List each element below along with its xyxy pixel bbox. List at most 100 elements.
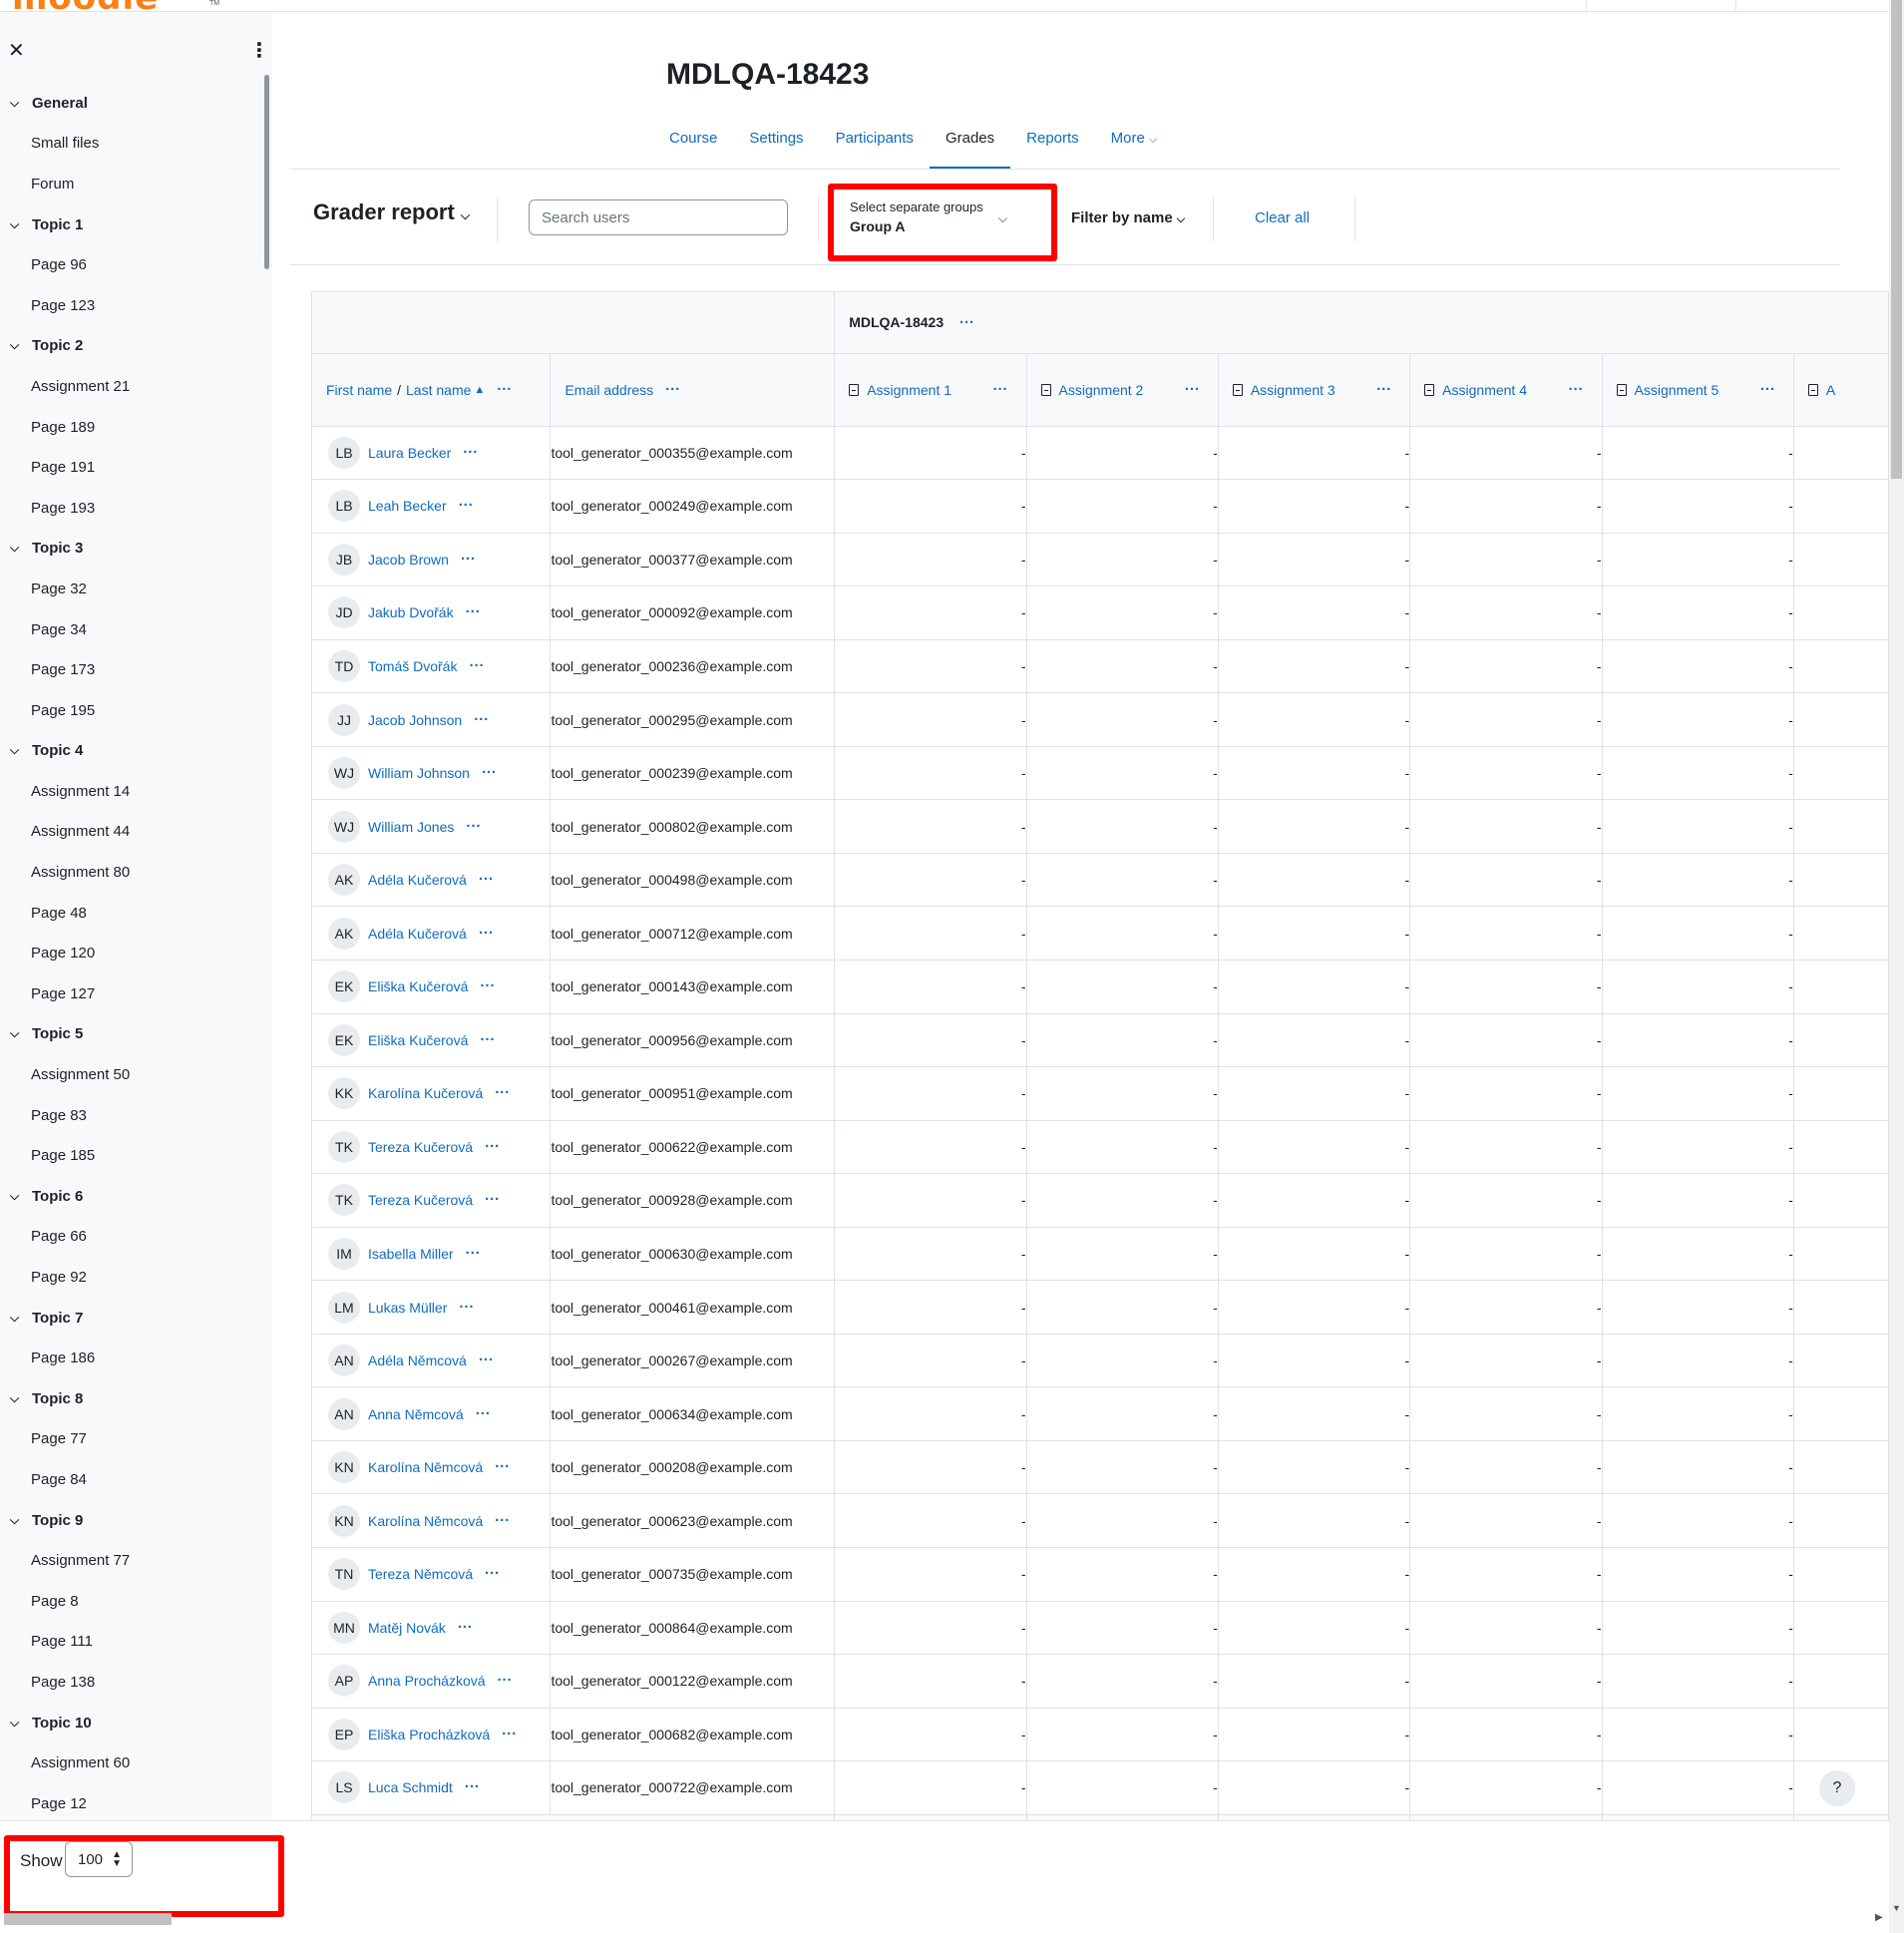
user-name-link[interactable]: Eliška Procházková — [368, 1727, 490, 1742]
drawer-scrollbar[interactable] — [264, 75, 269, 269]
user-name-link[interactable]: Adéla Kučerová — [368, 926, 467, 942]
grade-cell[interactable]: - — [1026, 585, 1219, 640]
grade-cell[interactable]: - — [1602, 533, 1794, 587]
user-name-link[interactable]: Tereza Kučerová — [368, 1139, 473, 1155]
course-index-item[interactable]: Page 173 — [0, 649, 261, 690]
grade-cell[interactable] — [1793, 960, 1889, 1014]
email-column-actions-icon[interactable]: ··· — [665, 382, 680, 397]
grade-cell[interactable]: - — [1602, 1013, 1794, 1068]
search-users-input[interactable] — [529, 199, 788, 235]
grade-cell[interactable]: - — [1218, 1066, 1411, 1121]
grade-cell[interactable]: - — [1218, 1547, 1411, 1602]
grade-cell[interactable]: - — [1218, 426, 1411, 481]
grade-cell[interactable]: - — [1026, 1760, 1219, 1815]
tab-course[interactable]: Course — [653, 122, 733, 170]
grade-cell[interactable]: - — [1409, 1760, 1603, 1815]
grade-cell[interactable]: - — [1218, 479, 1411, 534]
user-name-link[interactable]: Karolína Němcová — [368, 1513, 483, 1529]
grade-cell[interactable]: - — [1218, 692, 1411, 747]
grade-cell[interactable]: - — [834, 692, 1027, 747]
course-section-5[interactable]: ⌵ Topic 4 — [0, 731, 261, 772]
user-actions-icon[interactable]: ··· — [466, 819, 481, 834]
chevron-down-icon[interactable]: ⌵ — [10, 96, 32, 111]
grade-cell[interactable]: - — [834, 1654, 1027, 1709]
grade-cell[interactable]: - — [1218, 1013, 1411, 1068]
grade-cell[interactable]: - — [1218, 906, 1411, 961]
course-index-item[interactable]: Small files — [0, 124, 261, 165]
course-index-item[interactable]: Page 127 — [0, 973, 261, 1014]
grade-cell[interactable]: - — [1409, 533, 1603, 587]
grade-cell[interactable]: - — [1602, 853, 1794, 908]
assignment-link[interactable]: Assignment 2 — [1059, 382, 1144, 398]
grade-cell[interactable] — [1793, 746, 1889, 801]
grade-cell[interactable]: - — [834, 585, 1027, 640]
user-actions-icon[interactable]: ··· — [479, 926, 494, 941]
grade-cell[interactable]: - — [1218, 1386, 1411, 1441]
tab-participants[interactable]: Participants — [820, 122, 930, 170]
grade-cell[interactable]: - — [834, 1760, 1027, 1815]
grade-cell[interactable]: - — [1026, 746, 1219, 801]
course-index-item[interactable]: Page 185 — [0, 1135, 261, 1176]
grade-cell[interactable]: - — [834, 1173, 1027, 1228]
group-selector[interactable]: Select separate groups Group A ⌵ — [838, 192, 1037, 245]
course-index-item[interactable]: Page 195 — [0, 690, 261, 731]
grade-cell[interactable]: - — [834, 1066, 1027, 1121]
user-actions-icon[interactable]: ··· — [498, 1673, 513, 1688]
user-name-link[interactable]: Isabella Miller — [368, 1246, 454, 1262]
clear-all-link[interactable]: Clear all — [1255, 209, 1310, 226]
scroll-down-icon[interactable]: ▼ — [1892, 1903, 1901, 1913]
filter-by-name-button[interactable]: Filter by name ⌵ — [1071, 209, 1185, 226]
grade-cell[interactable]: - — [834, 1493, 1027, 1548]
grade-cell[interactable]: - — [834, 1601, 1027, 1656]
grade-cell[interactable]: - — [834, 799, 1027, 854]
chevron-down-icon[interactable]: ⌵ — [10, 338, 32, 353]
grade-cell[interactable]: - — [1218, 1654, 1411, 1709]
grade-cell[interactable]: - — [834, 960, 1027, 1014]
user-actions-icon[interactable]: ··· — [485, 1566, 500, 1581]
course-index-item[interactable]: Page 123 — [0, 285, 261, 326]
course-index-item[interactable]: Assignment 21 — [0, 366, 261, 407]
course-index-item[interactable]: Page 66 — [0, 1217, 261, 1258]
grade-cell[interactable]: - — [1602, 1173, 1794, 1228]
grade-cell[interactable]: - — [1218, 746, 1411, 801]
chevron-down-icon[interactable]: ⌵ — [10, 1716, 32, 1731]
user-name-link[interactable]: Jakub Dvořák — [368, 604, 454, 620]
grade-cell[interactable] — [1793, 1654, 1889, 1709]
moodle-logo[interactable]: moodle — [12, 0, 159, 11]
grade-cell[interactable]: - — [1602, 1708, 1794, 1762]
grade-cell[interactable]: - — [1602, 1601, 1794, 1656]
grade-cell[interactable]: - — [1218, 1173, 1411, 1228]
grade-cell[interactable] — [1793, 1120, 1889, 1175]
user-name-link[interactable]: Matěj Novák — [368, 1620, 446, 1636]
user-name-link[interactable]: Adéla Němcová — [368, 1353, 467, 1368]
user-name-link[interactable]: Leah Becker — [368, 498, 447, 514]
grade-cell[interactable] — [1793, 1280, 1889, 1335]
course-index-item[interactable]: Page 191 — [0, 447, 261, 488]
user-actions-icon[interactable]: ··· — [465, 1779, 480, 1794]
grade-cell[interactable]: - — [1218, 1334, 1411, 1388]
course-index-item[interactable]: Page 193 — [0, 488, 261, 529]
sort-last-name-link[interactable]: Last name — [406, 382, 471, 398]
grade-cell[interactable]: - — [1409, 906, 1603, 961]
user-actions-icon[interactable]: ··· — [459, 1300, 474, 1315]
tab-more[interactable]: More ⌵ — [1095, 122, 1174, 170]
grade-cell[interactable]: - — [1602, 1280, 1794, 1335]
grade-cell[interactable]: - — [1602, 1760, 1794, 1815]
grade-cell[interactable]: - — [1409, 799, 1603, 854]
grade-cell[interactable]: - — [1218, 639, 1411, 694]
grade-cell[interactable]: - — [1026, 692, 1219, 747]
grade-cell[interactable]: - — [1602, 1493, 1794, 1548]
course-index-item[interactable]: Assignment 44 — [0, 812, 261, 853]
grade-cell[interactable] — [1793, 1601, 1889, 1656]
grade-cell[interactable]: - — [1026, 1386, 1219, 1441]
chevron-down-icon[interactable]: ⌵ — [10, 743, 32, 758]
course-index-item[interactable]: Page 186 — [0, 1338, 261, 1378]
chevron-down-icon[interactable]: ⌵ — [10, 1391, 32, 1406]
grade-cell[interactable]: - — [1602, 746, 1794, 801]
grade-cell[interactable]: - — [1409, 960, 1603, 1014]
grade-cell[interactable]: - — [834, 1120, 1027, 1175]
grade-cell[interactable]: - — [1409, 1013, 1603, 1068]
grade-cell[interactable]: - — [1218, 1493, 1411, 1548]
course-section-3[interactable]: ⌵ Topic 2 — [0, 326, 261, 367]
grade-cell[interactable]: - — [1026, 1547, 1219, 1602]
